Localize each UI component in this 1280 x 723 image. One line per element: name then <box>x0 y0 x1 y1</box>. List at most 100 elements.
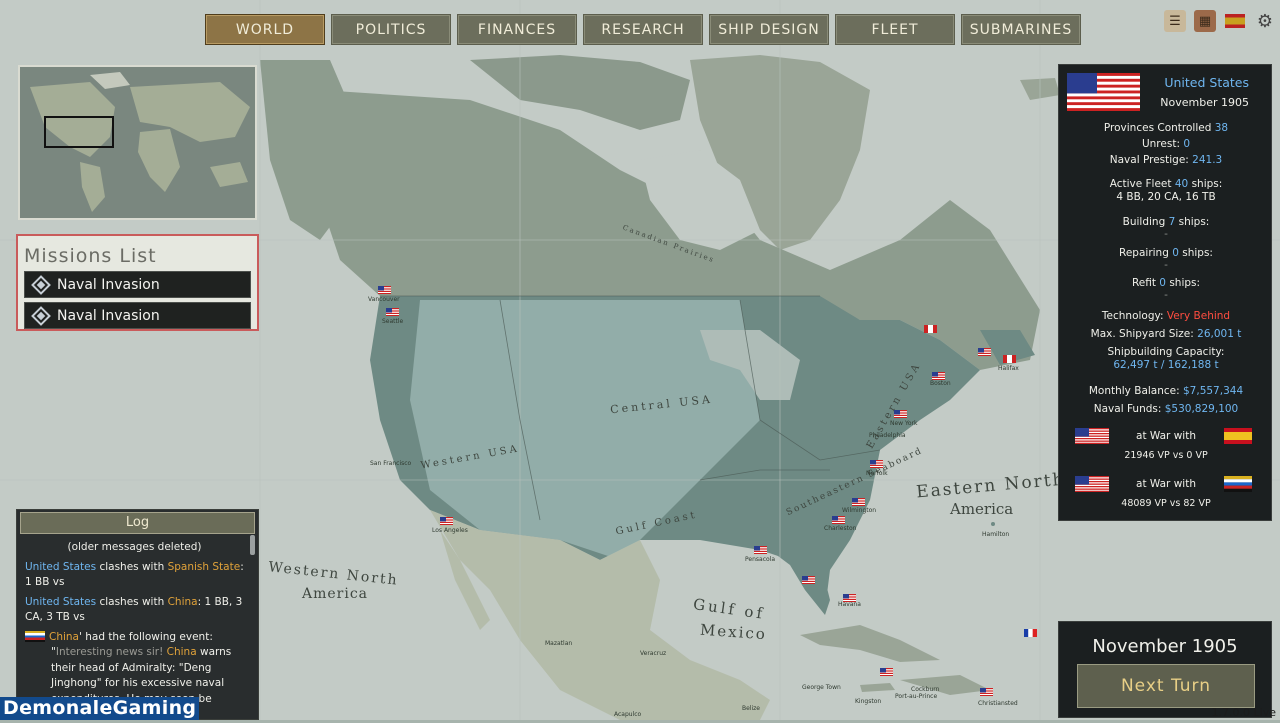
building-label: ships: <box>1175 216 1210 228</box>
balance-stat: Monthly Balance: $7,557,344 <box>1059 385 1273 398</box>
fleet-label: Active Fleet <box>1109 178 1175 190</box>
us-flag-icon[interactable] <box>802 576 815 584</box>
war-row[interactable]: at War with 48089 VP vs 82 VP <box>1059 476 1273 516</box>
city-label[interactable]: Wilmington <box>842 507 876 514</box>
city-label[interactable]: Vancouver <box>368 296 400 303</box>
fleet-stat[interactable]: Active Fleet 40 ships: <box>1059 178 1273 191</box>
us-flag-icon[interactable] <box>978 348 991 356</box>
log-enemy: China <box>167 595 198 608</box>
us-flag-icon[interactable] <box>894 410 907 418</box>
refit-count: 0 <box>1159 277 1166 289</box>
repairing-label: Repairing <box>1119 247 1173 259</box>
city-label[interactable]: Seattle <box>382 318 403 325</box>
city-label[interactable]: Mazatlan <box>545 640 572 647</box>
canada-flag-icon[interactable] <box>924 325 937 333</box>
repairing-detail: - <box>1164 259 1168 271</box>
version-label: 1.7.0.0 Live <box>1211 706 1276 719</box>
mission-item[interactable]: Naval Invasion <box>24 302 251 329</box>
tab-finances[interactable]: FINANCES <box>457 14 577 45</box>
us-flag-icon[interactable] <box>843 594 856 602</box>
city-label[interactable]: Halifax <box>998 365 1019 372</box>
tab-ship-design[interactable]: SHIP DESIGN <box>709 14 829 45</box>
fleet-breakdown: 4 BB, 20 CA, 16 TB <box>1116 191 1216 203</box>
us-flag-icon[interactable] <box>852 498 865 506</box>
tab-politics[interactable]: POLITICS <box>331 14 451 45</box>
tab-fleet[interactable]: FLEET <box>835 14 955 45</box>
missions-title: Missions List <box>24 245 157 267</box>
france-flag-icon[interactable] <box>1024 629 1037 637</box>
balance-value: $7,557,344 <box>1183 385 1244 397</box>
city-label[interactable]: Hamilton <box>982 531 1009 538</box>
log-text: Interesting news sir! <box>55 646 167 658</box>
shipyard-value: 26,001 t <box>1197 328 1242 340</box>
flag-icon[interactable] <box>1224 10 1246 32</box>
us-flag-icon <box>1067 73 1140 111</box>
gear-icon[interactable]: ⚙ <box>1254 10 1276 32</box>
log-country: China <box>49 630 79 643</box>
city-label[interactable]: New York <box>890 420 917 427</box>
city-label[interactable]: George Town <box>802 684 841 691</box>
streamer-watermark: DemonaleGaming <box>0 697 200 720</box>
tab-world[interactable]: WORLD <box>205 14 325 45</box>
mission-item[interactable]: Naval Invasion <box>24 271 251 298</box>
china-flag-icon <box>1224 476 1252 492</box>
document-icon[interactable]: ▦ <box>1194 10 1216 32</box>
us-flag-icon[interactable] <box>754 546 767 554</box>
us-flag-icon[interactable] <box>932 372 945 380</box>
city-label[interactable]: Havana <box>838 601 861 608</box>
city-label[interactable]: Cockburn <box>911 686 939 693</box>
city-label[interactable]: Norfolk <box>866 470 888 477</box>
us-flag-icon[interactable] <box>378 286 391 294</box>
log-panel[interactable]: Log (older messages deleted) United Stat… <box>16 509 259 720</box>
city-label[interactable]: Acapulco <box>614 711 641 718</box>
technology-label: Technology: <box>1101 310 1167 322</box>
city-label[interactable]: Boston <box>930 380 951 387</box>
minimap-viewport[interactable] <box>44 116 114 148</box>
city-label[interactable]: Pensacola <box>745 556 775 563</box>
tab-research[interactable]: RESEARCH <box>583 14 703 45</box>
map-label-eastern-na-2: America <box>950 500 1014 518</box>
city-label[interactable]: San Francisco <box>370 460 411 467</box>
us-flag-icon[interactable] <box>870 460 883 468</box>
city-label[interactable]: Christiansted <box>978 700 1018 707</box>
log-country: United States <box>25 560 97 573</box>
war-row[interactable]: at War with 21946 VP vs 0 VP <box>1059 428 1273 468</box>
log-title[interactable]: Log <box>20 512 255 534</box>
log-scrollbar[interactable] <box>250 535 255 555</box>
capacity-label: Shipbuilding Capacity: <box>1107 346 1225 358</box>
prestige-stat: Naval Prestige: 241.3 <box>1059 154 1273 167</box>
shipyard-stat: Max. Shipyard Size: 26,001 t <box>1059 328 1273 341</box>
refit-label: Refit <box>1131 277 1160 289</box>
country-name[interactable]: United States <box>1164 75 1249 90</box>
us-flag-icon[interactable] <box>832 516 845 524</box>
minimap[interactable] <box>18 65 257 220</box>
city-label[interactable]: Veracruz <box>640 650 666 657</box>
us-flag-icon[interactable] <box>440 517 453 525</box>
log-entry: United States clashes with China: 1 BB, … <box>25 595 244 626</box>
provinces-value: 38 <box>1214 122 1229 134</box>
us-flag-icon[interactable] <box>386 308 399 316</box>
technology-stat[interactable]: Technology: Very Behind <box>1059 310 1273 323</box>
log-text: clashes with <box>96 560 168 573</box>
country-info-panel: United States November 1905 Provinces Co… <box>1058 64 1272 521</box>
scroll-icon[interactable]: ☰ <box>1164 10 1186 32</box>
city-label[interactable]: Charleston <box>824 525 856 532</box>
turn-date: November 1905 <box>1092 636 1238 657</box>
tab-submarines[interactable]: SUBMARINES <box>961 14 1081 45</box>
us-flag-icon[interactable] <box>980 688 993 696</box>
log-text: ' had the following event: <box>79 630 213 643</box>
city-label[interactable]: Belize <box>742 705 760 712</box>
unrest-value: 0 <box>1183 138 1191 150</box>
city-label[interactable]: Los Angeles <box>432 527 468 534</box>
canada-flag-icon[interactable] <box>1003 355 1016 363</box>
log-body: (older messages deleted) United States c… <box>17 534 258 723</box>
refit-detail: - <box>1164 289 1168 301</box>
city-label[interactable]: Port-au-Prince <box>895 693 937 700</box>
next-turn-button[interactable]: Next Turn <box>1077 664 1255 708</box>
funds-value: $530,829,100 <box>1164 403 1239 415</box>
city-label[interactable]: Philadelphia <box>869 432 906 439</box>
building-detail: - <box>1164 228 1168 240</box>
city-label[interactable]: Kingston <box>855 698 881 705</box>
fleet-label: ships: <box>1188 178 1223 190</box>
us-flag-icon[interactable] <box>880 668 893 676</box>
